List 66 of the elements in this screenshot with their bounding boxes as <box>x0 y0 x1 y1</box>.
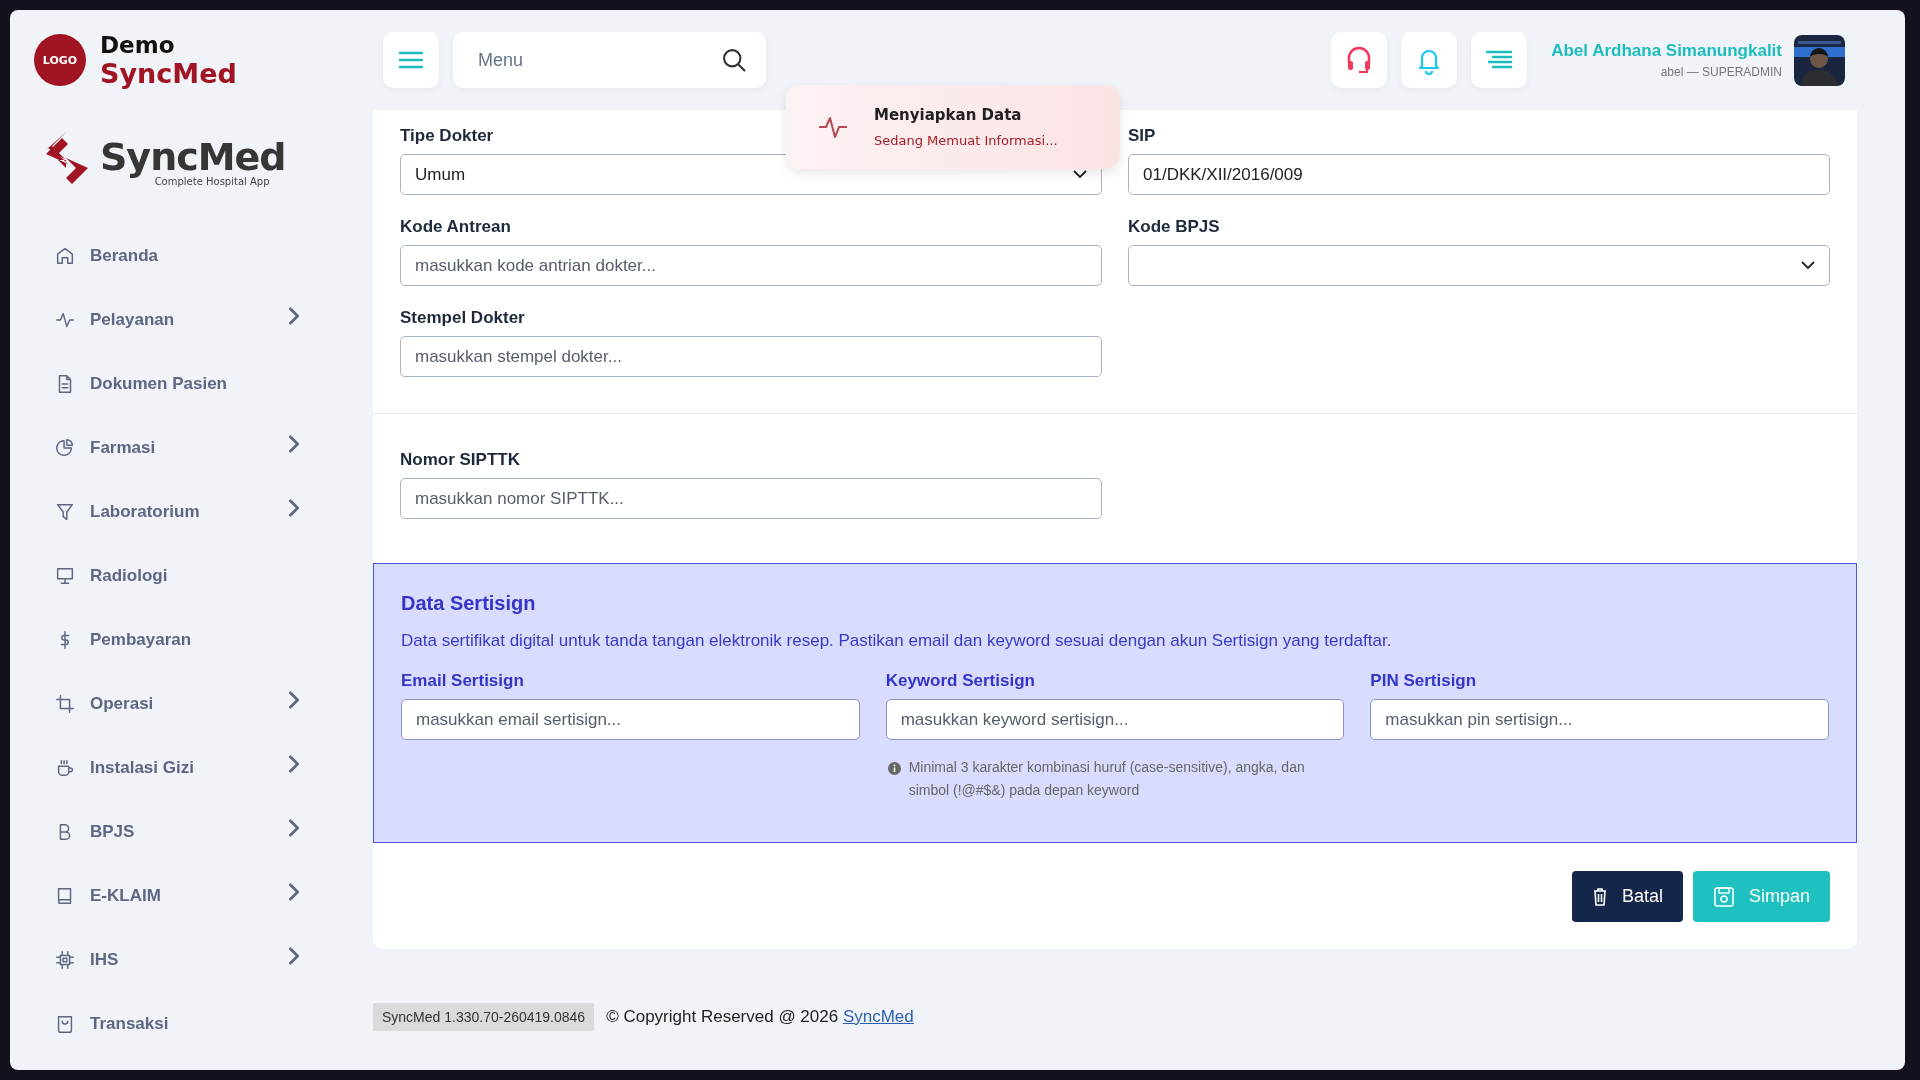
user-name: Abel Ardhana Simanungkalit <box>1551 41 1782 61</box>
crop-icon <box>54 693 76 715</box>
logo-name: SyncMed <box>100 135 286 179</box>
sidebar-item[interactable]: Pembayaran <box>10 608 373 672</box>
version-badge: SyncMed 1.330.70-260419.0846 <box>373 1003 595 1031</box>
input-field[interactable]: masukkan nomor SIPTTK... <box>400 478 1102 519</box>
sidebar-item[interactable]: E-KLAIM <box>10 864 373 928</box>
search-bar[interactable]: Menu <box>453 32 766 88</box>
section-title: Data Sertisign <box>401 592 537 615</box>
field-label: SIP <box>1128 126 1156 147</box>
cancel-button[interactable]: Batal <box>1571 871 1683 922</box>
select-field[interactable] <box>1128 245 1830 286</box>
sidebar-item[interactable]: Transaksi <box>10 992 373 1056</box>
sidebar-item[interactable]: Radiologi <box>10 544 373 608</box>
field-label: PIN Sertisign <box>1370 671 1477 692</box>
brand-name: Demo <box>100 31 176 58</box>
sidebar-item[interactable]: Operasi <box>10 672 373 736</box>
filter-icon <box>54 501 76 523</box>
monitor-icon <box>54 565 76 587</box>
field-label: Stempel Dokter <box>400 308 525 329</box>
copyright-text: © Copyright Reserved @ 2026 SyncMed <box>606 1007 914 1027</box>
sidebar-item[interactable]: BPJS <box>10 800 373 864</box>
align-right-icon <box>1485 49 1514 71</box>
field-label: Nomor SIPTTK <box>400 450 520 471</box>
brand-title: SyncMed <box>100 57 237 89</box>
input-field[interactable]: masukkan pin sertisign... <box>1370 699 1829 740</box>
sidebar-item[interactable]: Pelayanan <box>10 288 373 352</box>
search-field[interactable]: Menu <box>478 45 720 75</box>
sidebar-item[interactable]: Laboratorium <box>10 480 373 544</box>
home-icon <box>54 245 76 267</box>
options-button[interactable] <box>1471 32 1528 88</box>
sidebar-item[interactable]: IHS <box>10 928 373 992</box>
field-label: Kode BPJS <box>1128 217 1220 238</box>
trash-icon <box>1591 886 1608 907</box>
field-label: Email Sertisign <box>401 671 524 692</box>
field-label: Kode Antrean <box>400 217 511 238</box>
logo-tagline: Complete Hospital App <box>154 176 270 187</box>
section-description: Data sertifikat digital untuk tanda tangan elektronik resep. Pastikan email dan keyword sesuai dengan akun Sertisign yang terdaftar. <box>401 631 1393 651</box>
input-field[interactable]: masukkan email sertisign... <box>401 699 860 740</box>
logo-badge: LOGO <box>34 34 86 86</box>
toast-title: Menyiapkan Data <box>874 106 1023 124</box>
user-role: abel — SUPERADMIN <box>1660 65 1782 79</box>
support-button[interactable] <box>1331 32 1388 88</box>
sidebar-item[interactable]: Farmasi <box>10 416 373 480</box>
chevron-down-icon <box>1073 170 1087 179</box>
field-label: Keyword Sertisign <box>885 671 1035 692</box>
input-field[interactable]: masukkan stempel dokter... <box>400 336 1102 377</box>
search-icon <box>720 46 748 74</box>
menu-button[interactable] <box>383 32 439 88</box>
footer-link[interactable]: SyncMed <box>842 1007 914 1026</box>
chip-icon <box>54 949 76 971</box>
sidebar-item[interactable]: Instalasi Gizi <box>10 736 373 800</box>
save-icon <box>1712 885 1735 908</box>
sidebar-item[interactable]: Dokumen Pasien <box>10 352 373 416</box>
input-field[interactable]: masukkan kode antrian dokter... <box>400 245 1102 286</box>
toast-message: Sedang Memuat Informasi... <box>874 133 1058 148</box>
pie-icon <box>54 437 76 459</box>
field-label: Tipe Dokter <box>400 126 494 147</box>
sidebar-item[interactable]: Beranda <box>10 224 373 288</box>
info-icon <box>887 762 901 775</box>
input-field[interactable]: 01/DKK/XII/2016/009 <box>1128 154 1830 195</box>
notification-button[interactable] <box>1401 32 1458 88</box>
hint-text: Minimal 3 karakter kombinasi huruf (case-sensitive), angka, dan simbol (!@#$&) pada depan keyword <box>908 758 1306 800</box>
chevron-down-icon <box>1801 261 1815 270</box>
menu-icon <box>398 50 424 70</box>
input-field[interactable]: masukkan keyword sertisign... <box>885 699 1345 740</box>
